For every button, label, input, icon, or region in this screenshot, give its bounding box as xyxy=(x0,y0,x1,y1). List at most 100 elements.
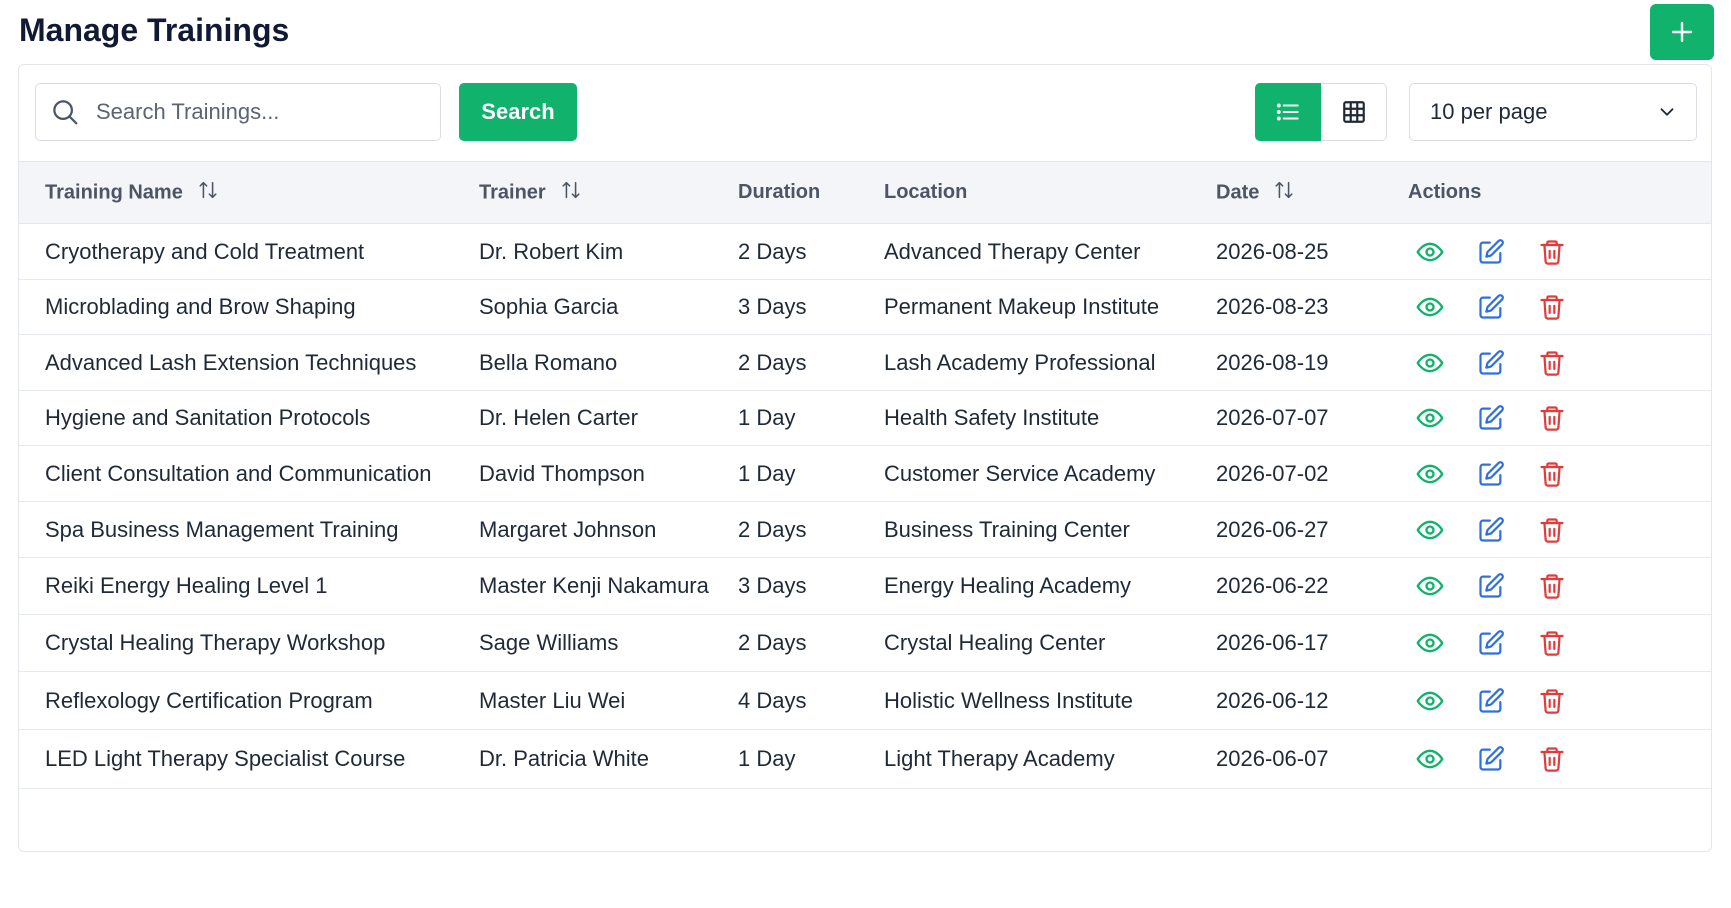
page-title: Manage Trainings xyxy=(19,12,290,48)
search-button[interactable]: Search xyxy=(459,83,577,141)
trash-icon xyxy=(1538,572,1566,600)
edit-icon xyxy=(1477,460,1505,488)
date-cell: 2026-06-07 xyxy=(1216,746,1329,771)
table-row: Advanced Lash Extension Techniques Bella … xyxy=(19,335,1711,391)
actions-cell xyxy=(1382,730,1711,789)
training-name-cell: Client Consultation and Communication xyxy=(45,460,432,486)
edit-icon xyxy=(1477,745,1505,773)
location-cell: Business Training Center xyxy=(884,516,1130,542)
list-view-button[interactable] xyxy=(1255,83,1321,141)
eye-icon xyxy=(1416,687,1444,715)
edit-icon xyxy=(1477,572,1505,600)
view-button[interactable] xyxy=(1412,400,1448,436)
column-header-location: Location xyxy=(858,161,1190,224)
trainer-name-cell: Sophia Garcia xyxy=(479,294,619,319)
eye-icon xyxy=(1416,629,1444,657)
actions-cell xyxy=(1382,224,1711,280)
view-button[interactable] xyxy=(1412,741,1448,777)
trainer-name-cell: Dr. Robert Kim xyxy=(479,238,624,264)
delete-button[interactable] xyxy=(1534,625,1570,661)
table-row: Cryotherapy and Cold Treatment Dr. Robert… xyxy=(19,224,1711,280)
column-header-trainer[interactable]: Trainer xyxy=(453,161,712,224)
column-header-duration: Duration xyxy=(712,161,858,224)
trash-icon xyxy=(1538,629,1566,657)
table-header-row: Training Name Trainer Duration Location Date… xyxy=(19,161,1711,224)
view-button[interactable] xyxy=(1412,289,1448,325)
search-input[interactable] xyxy=(94,98,418,126)
table-body: Cryotherapy and Cold Treatment Dr. Robert… xyxy=(19,224,1711,789)
delete-button[interactable] xyxy=(1534,568,1570,604)
view-button[interactable] xyxy=(1412,512,1448,548)
sort-icon[interactable] xyxy=(197,179,219,207)
view-button[interactable] xyxy=(1412,345,1448,381)
delete-button[interactable] xyxy=(1534,400,1570,436)
duration-cell: 1 Day xyxy=(738,405,796,430)
trainer-name-cell: Sage Williams xyxy=(479,630,619,655)
grid-view-button[interactable] xyxy=(1321,83,1387,141)
edit-button[interactable] xyxy=(1473,234,1509,270)
edit-icon xyxy=(1477,293,1505,321)
edit-button[interactable] xyxy=(1473,568,1509,604)
training-name-cell: Cryotherapy and Cold Treatment xyxy=(45,238,365,264)
date-cell: 2026-08-25 xyxy=(1216,238,1329,264)
table-row: Microblading and Brow Shaping Sophia Garc… xyxy=(19,280,1711,335)
location-cell: Holistic Wellness Institute xyxy=(884,687,1134,713)
column-header-actions: Actions xyxy=(1382,161,1711,224)
edit-button[interactable] xyxy=(1473,625,1509,661)
delete-button[interactable] xyxy=(1534,234,1570,270)
search-field[interactable] xyxy=(35,83,441,141)
date-cell: 2026-06-27 xyxy=(1216,516,1329,542)
trainer-name-cell: Bella Romano xyxy=(479,349,618,375)
view-button[interactable] xyxy=(1412,625,1448,661)
eye-icon xyxy=(1416,745,1444,773)
duration-cell: 2 Days xyxy=(738,349,807,375)
table-row: Crystal Healing Therapy Workshop Sage Wil… xyxy=(19,615,1711,672)
edit-button[interactable] xyxy=(1473,456,1509,492)
view-button[interactable] xyxy=(1412,456,1448,492)
add-training-button[interactable] xyxy=(1650,4,1714,60)
edit-button[interactable] xyxy=(1473,345,1509,381)
edit-button[interactable] xyxy=(1473,683,1509,719)
trainings-table: Training Name Trainer Duration Location Date… xyxy=(19,161,1711,789)
sort-icon[interactable] xyxy=(1273,179,1295,207)
delete-button[interactable] xyxy=(1534,289,1570,325)
date-cell: 2026-08-19 xyxy=(1216,349,1329,375)
date-cell: 2026-06-22 xyxy=(1216,573,1329,598)
per-page-select[interactable]: 10 per page xyxy=(1409,83,1697,141)
edit-button[interactable] xyxy=(1473,512,1509,548)
trash-icon xyxy=(1538,349,1566,377)
edit-button[interactable] xyxy=(1473,289,1509,325)
trainings-card: Search 10 per page Training NameT xyxy=(18,64,1712,852)
edit-button[interactable] xyxy=(1473,400,1509,436)
plus-icon xyxy=(1671,21,1693,43)
duration-cell: 2 Days xyxy=(738,516,807,542)
column-header-label: Duration xyxy=(738,181,821,204)
duration-cell: 4 Days xyxy=(738,687,807,713)
actions-cell xyxy=(1382,672,1711,730)
view-button[interactable] xyxy=(1412,568,1448,604)
delete-button[interactable] xyxy=(1534,456,1570,492)
delete-button[interactable] xyxy=(1534,741,1570,777)
location-cell: Permanent Makeup Institute xyxy=(884,294,1160,319)
date-cell: 2026-06-12 xyxy=(1216,687,1329,713)
column-header-date[interactable]: Date xyxy=(1190,161,1382,224)
view-button[interactable] xyxy=(1412,683,1448,719)
delete-button[interactable] xyxy=(1534,345,1570,381)
eye-icon xyxy=(1416,349,1444,377)
column-header-label: Location xyxy=(884,181,968,204)
view-button[interactable] xyxy=(1412,234,1448,270)
table-row: LED Light Therapy Specialist Course Dr. P… xyxy=(19,730,1711,789)
actions-cell xyxy=(1382,446,1711,502)
column-header-training-name[interactable]: Training Name xyxy=(19,161,453,224)
actions-cell xyxy=(1382,335,1711,391)
page-header: Manage Trainings xyxy=(0,0,1731,64)
trash-icon xyxy=(1538,238,1566,266)
training-name-cell: Advanced Lash Extension Techniques xyxy=(45,349,417,375)
delete-button[interactable] xyxy=(1534,512,1570,548)
edit-button[interactable] xyxy=(1473,741,1509,777)
duration-cell: 1 Day xyxy=(738,746,796,771)
delete-button[interactable] xyxy=(1534,683,1570,719)
trash-icon xyxy=(1538,516,1566,544)
training-name-cell: Reiki Energy Healing Level 1 xyxy=(45,573,328,598)
sort-icon[interactable] xyxy=(560,179,582,207)
